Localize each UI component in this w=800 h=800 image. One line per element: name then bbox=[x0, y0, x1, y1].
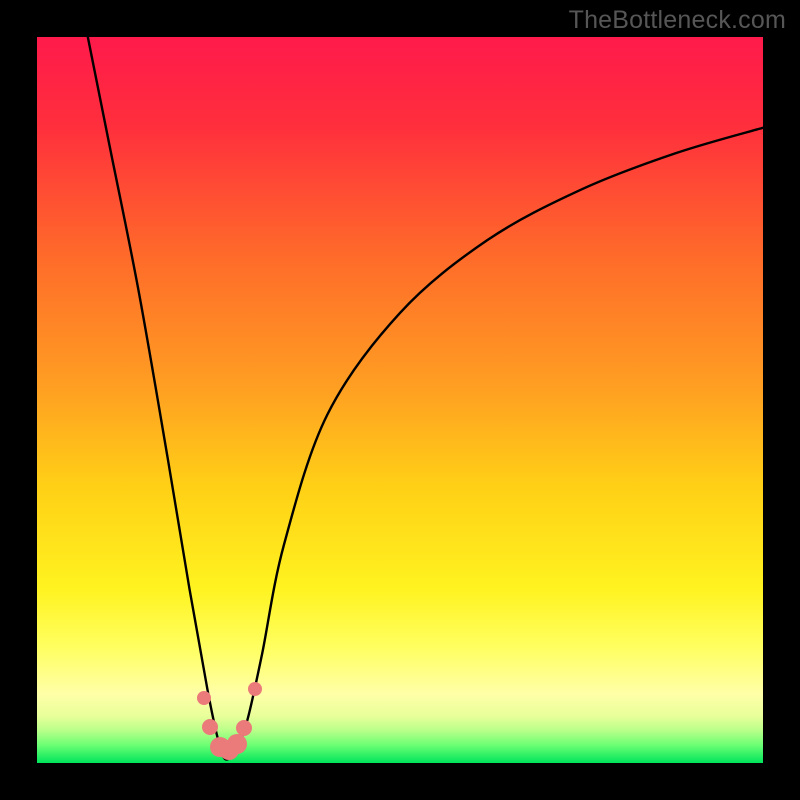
optimal-marker bbox=[202, 719, 218, 735]
chart-frame: { "watermark": "TheBottleneck.com", "cha… bbox=[0, 0, 800, 800]
plot-area bbox=[37, 37, 763, 763]
curve-layer bbox=[37, 37, 763, 763]
optimal-marker bbox=[248, 682, 262, 696]
optimal-marker bbox=[227, 734, 247, 754]
watermark-text: TheBottleneck.com bbox=[569, 6, 786, 35]
bottleneck-curve bbox=[88, 37, 763, 760]
optimal-marker bbox=[236, 720, 252, 736]
optimal-marker bbox=[197, 691, 211, 705]
